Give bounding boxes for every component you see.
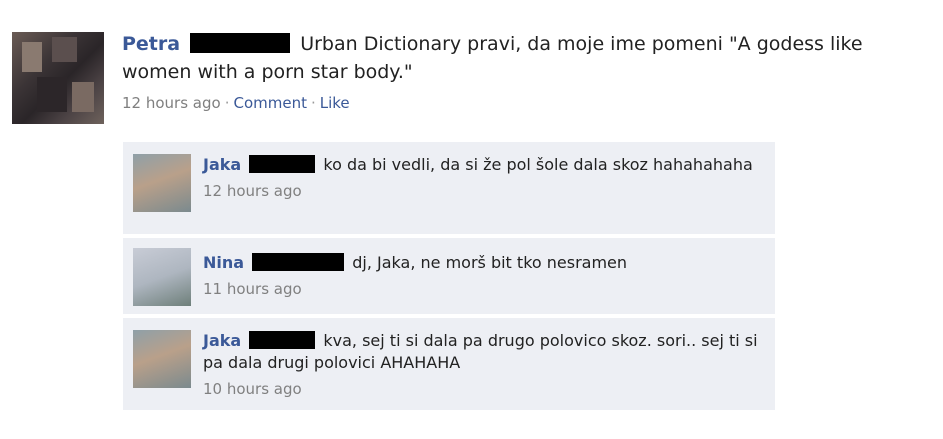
- separator: ·: [224, 94, 230, 112]
- avatar[interactable]: [133, 330, 191, 388]
- comment-body: Jaka ko da bi vedli, da si že pol šole d…: [203, 154, 763, 202]
- redacted-surname: [190, 33, 291, 53]
- comment-timestamp[interactable]: 10 hours ago: [203, 378, 763, 400]
- comment-body: Jaka kva, sej ti si dala pa drugo polovi…: [203, 330, 763, 400]
- comment-author[interactable]: Nina: [203, 253, 244, 272]
- comment-body: Nina dj, Jaka, ne morš bit tko nesramen …: [203, 252, 763, 300]
- comment-item: Jaka kva, sej ti si dala pa drugo polovi…: [123, 318, 775, 411]
- avatar[interactable]: [12, 32, 104, 124]
- redacted-surname: [249, 155, 316, 173]
- avatar[interactable]: [133, 154, 191, 212]
- post-text: Petra Urban Dictionary pravi, da moje im…: [122, 30, 922, 86]
- post-author[interactable]: Petra: [122, 33, 180, 55]
- comment-link[interactable]: Comment: [233, 94, 307, 112]
- post-body: Petra Urban Dictionary pravi, da moje im…: [122, 30, 922, 112]
- comment-timestamp[interactable]: 12 hours ago: [203, 180, 763, 202]
- comment-author[interactable]: Jaka: [203, 155, 241, 174]
- comment-text: dj, Jaka, ne morš bit tko nesramen: [352, 253, 628, 272]
- like-link[interactable]: Like: [320, 94, 350, 112]
- separator: ·: [310, 94, 316, 112]
- avatar[interactable]: [133, 248, 191, 306]
- comment-list: Jaka ko da bi vedli, da si že pol šole d…: [123, 142, 775, 414]
- comment-author[interactable]: Jaka: [203, 331, 241, 350]
- comment-item: Nina dj, Jaka, ne morš bit tko nesramen …: [123, 238, 775, 315]
- redacted-surname: [249, 331, 316, 349]
- comment-timestamp[interactable]: 11 hours ago: [203, 278, 763, 300]
- post-meta: 12 hours ago · Comment · Like: [122, 94, 922, 112]
- comment-text: ko da bi vedli, da si že pol šole dala s…: [323, 155, 753, 174]
- post-timestamp[interactable]: 12 hours ago: [122, 94, 221, 112]
- comment-item: Jaka ko da bi vedli, da si že pol šole d…: [123, 142, 775, 235]
- redacted-surname: [252, 253, 345, 271]
